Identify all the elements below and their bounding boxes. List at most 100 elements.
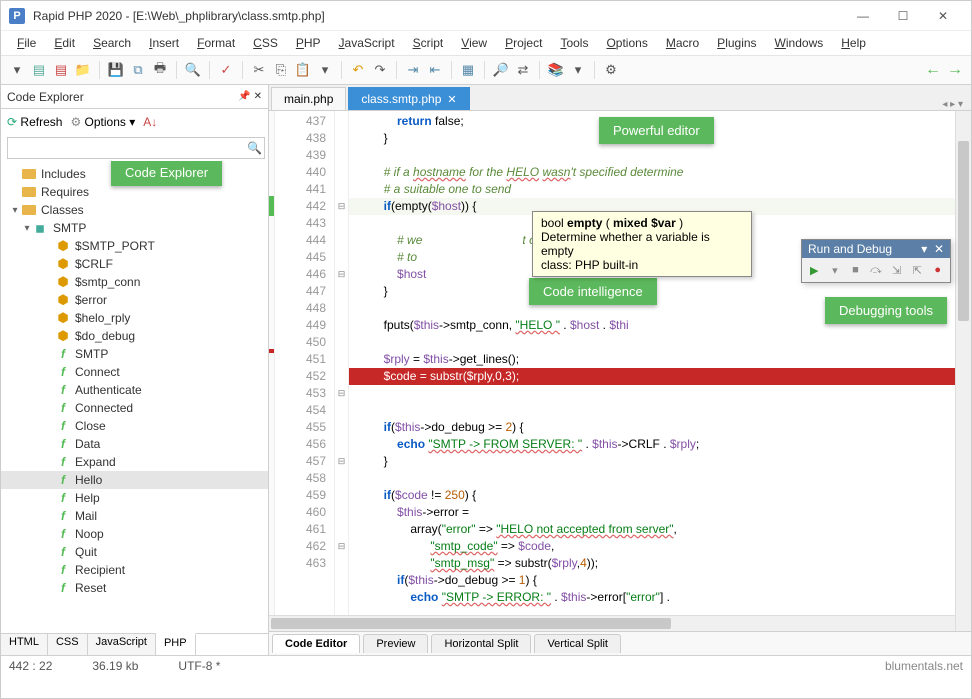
- new-icon[interactable]: ▾: [7, 60, 27, 80]
- copy-icon[interactable]: ⎘: [271, 60, 291, 80]
- print-icon[interactable]: 🖶: [150, 60, 170, 80]
- menu-options[interactable]: Options: [598, 34, 655, 52]
- menu-windows[interactable]: Windows: [767, 34, 832, 52]
- scrollbar-horizontal[interactable]: [269, 615, 955, 631]
- options-button[interactable]: ⚙ Options ▾: [70, 115, 135, 129]
- code-area[interactable]: 4374384394404414424434444454464474484494…: [269, 111, 971, 631]
- tree-item[interactable]: fQuit: [1, 543, 268, 561]
- debug-header[interactable]: Run and Debug ▾ ✕: [802, 240, 950, 258]
- close-tab-icon[interactable]: ✕: [447, 93, 456, 106]
- paste-icon[interactable]: 📋: [293, 60, 313, 80]
- bottom-tab-preview[interactable]: Preview: [363, 634, 428, 653]
- tree-item[interactable]: ⬢$do_debug: [1, 327, 268, 345]
- menu-php[interactable]: PHP: [288, 34, 329, 52]
- record-icon[interactable]: ●: [929, 262, 946, 278]
- tab-nav[interactable]: ◂ ▸ ▾: [934, 99, 971, 110]
- tree-item[interactable]: ⬢$error: [1, 291, 268, 309]
- menu-plugins[interactable]: Plugins: [709, 34, 764, 52]
- bottom-tab-vertical-split[interactable]: Vertical Split: [534, 634, 621, 653]
- run-dd-icon[interactable]: ▾: [827, 262, 844, 278]
- find-icon[interactable]: 🔎: [491, 60, 511, 80]
- menu-view[interactable]: View: [453, 34, 495, 52]
- clipboard-icon[interactable]: ▾: [315, 60, 335, 80]
- side-tab-javascript[interactable]: JavaScript: [88, 634, 156, 655]
- search-input[interactable]: [7, 137, 265, 159]
- code-tree[interactable]: Code Explorer IncludesRequires▾Classes▾◆…: [1, 161, 268, 633]
- menu-format[interactable]: Format: [189, 34, 243, 52]
- new-file-icon[interactable]: ▤: [29, 60, 49, 80]
- file-tab[interactable]: main.php: [271, 87, 346, 110]
- sort-button[interactable]: A↓: [143, 115, 157, 129]
- tree-item[interactable]: ⬢$SMTP_PORT: [1, 237, 268, 255]
- step-over-icon[interactable]: ⤼: [868, 262, 885, 278]
- open-folder-icon[interactable]: 📁: [73, 60, 93, 80]
- tree-item[interactable]: fExpand: [1, 453, 268, 471]
- undo-icon[interactable]: ↶: [348, 60, 368, 80]
- search-icon[interactable]: 🔍: [183, 60, 203, 80]
- brand-link[interactable]: blumentals.net: [885, 659, 963, 673]
- indent-icon[interactable]: ⇥: [403, 60, 423, 80]
- library-icon[interactable]: 📚: [546, 60, 566, 80]
- menu-script[interactable]: Script: [405, 34, 452, 52]
- debug-dropdown-icon[interactable]: ▾ ✕: [921, 242, 944, 256]
- tree-item[interactable]: fConnected: [1, 399, 268, 417]
- tree-item[interactable]: fHello: [1, 471, 268, 489]
- cut-icon[interactable]: ✂: [249, 60, 269, 80]
- stop-icon[interactable]: ■: [847, 262, 864, 278]
- tree-item[interactable]: ▾◆SMTP: [1, 219, 268, 237]
- menu-help[interactable]: Help: [833, 34, 874, 52]
- tree-item[interactable]: fSMTP: [1, 345, 268, 363]
- side-tab-css[interactable]: CSS: [48, 634, 88, 655]
- tree-item[interactable]: fData: [1, 435, 268, 453]
- menu-search[interactable]: Search: [85, 34, 139, 52]
- tree-item[interactable]: fConnect: [1, 363, 268, 381]
- save-all-icon[interactable]: ⧉: [128, 60, 148, 80]
- step-out-icon[interactable]: ⇱: [909, 262, 926, 278]
- bottom-tab-code-editor[interactable]: Code Editor: [272, 634, 360, 653]
- tree-item[interactable]: fReset: [1, 579, 268, 597]
- tree-item[interactable]: fRecipient: [1, 561, 268, 579]
- bottom-tab-horizontal-split[interactable]: Horizontal Split: [431, 634, 531, 653]
- tree-item[interactable]: ⬢$helo_rply: [1, 309, 268, 327]
- menu-edit[interactable]: Edit: [46, 34, 83, 52]
- menu-css[interactable]: CSS: [245, 34, 286, 52]
- open-html-icon[interactable]: ▤: [51, 60, 71, 80]
- menu-macro[interactable]: Macro: [658, 34, 707, 52]
- scrollbar-vertical[interactable]: [955, 111, 971, 631]
- minimize-button[interactable]: —: [843, 2, 883, 30]
- run-icon[interactable]: ▶: [806, 262, 823, 278]
- menu-insert[interactable]: Insert: [141, 34, 187, 52]
- step-in-icon[interactable]: ⇲: [888, 262, 905, 278]
- menu-tools[interactable]: Tools: [552, 34, 596, 52]
- tree-item[interactable]: fMail: [1, 507, 268, 525]
- grid-icon[interactable]: ▦: [458, 60, 478, 80]
- spellcheck-icon[interactable]: ✓: [216, 60, 236, 80]
- menu-project[interactable]: Project: [497, 34, 550, 52]
- tree-item[interactable]: ⬢$CRLF: [1, 255, 268, 273]
- file-tab[interactable]: class.smtp.php✕: [348, 87, 469, 110]
- side-tab-html[interactable]: HTML: [1, 634, 48, 655]
- maximize-button[interactable]: ☐: [883, 2, 923, 30]
- tree-item[interactable]: ⬢$smtp_conn: [1, 273, 268, 291]
- settings-icon[interactable]: ⚙: [601, 60, 621, 80]
- close-button[interactable]: ✕: [923, 2, 963, 30]
- forward-icon[interactable]: →: [945, 60, 965, 80]
- tree-item[interactable]: fAuthenticate: [1, 381, 268, 399]
- debug-panel[interactable]: Run and Debug ▾ ✕ ▶ ▾ ■ ⤼ ⇲ ⇱ ●: [801, 239, 951, 283]
- redo-icon[interactable]: ↷: [370, 60, 390, 80]
- menu-javascript[interactable]: JavaScript: [331, 34, 403, 52]
- code-content[interactable]: return false; } # if a hostname for the …: [349, 111, 971, 631]
- tree-item[interactable]: fHelp: [1, 489, 268, 507]
- replace-icon[interactable]: ⇄: [513, 60, 533, 80]
- tree-item[interactable]: fNoop: [1, 525, 268, 543]
- back-icon[interactable]: ←: [923, 60, 943, 80]
- save-icon[interactable]: 💾: [106, 60, 126, 80]
- tree-item[interactable]: fClose: [1, 417, 268, 435]
- fold-gutter[interactable]: ⊟⊟⊟⊟⊟: [335, 111, 349, 631]
- menu-file[interactable]: File: [9, 34, 44, 52]
- refresh-button[interactable]: ⟳ Refresh: [7, 115, 62, 129]
- snippet-icon[interactable]: ▾: [568, 60, 588, 80]
- outdent-icon[interactable]: ⇤: [425, 60, 445, 80]
- tree-item[interactable]: ▾Classes: [1, 201, 268, 219]
- pin-icon[interactable]: 📌 ✕: [238, 91, 262, 102]
